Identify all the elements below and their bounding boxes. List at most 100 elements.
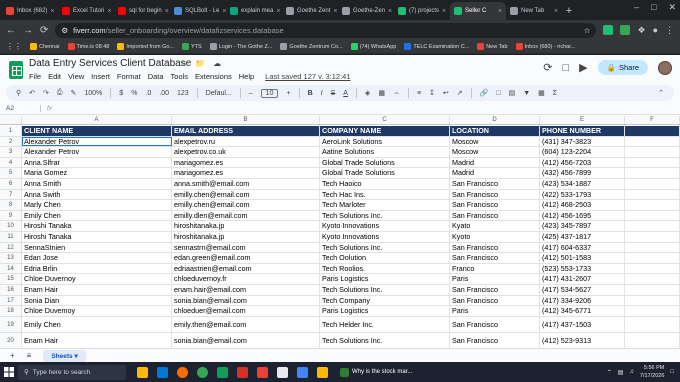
row-number[interactable]: 14 — [0, 263, 22, 274]
cell[interactable]: (417) 334-9206 — [540, 295, 625, 306]
version-history-icon[interactable]: ⟳ — [543, 61, 552, 74]
cell[interactable]: (417) 534-5627 — [540, 284, 625, 295]
cell[interactable]: Emily Chen — [22, 316, 172, 332]
tab-close-icon[interactable]: × — [554, 8, 558, 15]
row-number[interactable]: 2 — [0, 136, 22, 147]
news-widget[interactable]: Why is the stock mar... — [340, 367, 412, 377]
tab-close-icon[interactable]: × — [388, 8, 392, 15]
font-size-input[interactable]: 10 — [260, 88, 279, 98]
cell[interactable]: Aatine Solutions — [320, 147, 450, 157]
cell[interactable]: Tech Helder Inc. — [320, 316, 450, 332]
row-number[interactable]: 6 — [0, 178, 22, 189]
last-saved-link[interactable]: Last saved 127 v. 3:12:41 — [265, 72, 350, 81]
column-header-f[interactable]: F — [625, 116, 680, 124]
currency-button[interactable]: $ — [119, 90, 123, 97]
cell[interactable]: chloeduvernoy.fr — [172, 274, 320, 284]
filter-views-icon[interactable]: ▦ — [538, 89, 545, 97]
sheets-logo-icon[interactable] — [9, 61, 23, 79]
menu-edit[interactable]: Edit — [48, 72, 61, 81]
font-size-increase-icon[interactable]: + — [286, 90, 290, 97]
cell[interactable]: Tech Solutions Inc. — [320, 210, 450, 221]
valign-icon[interactable]: ↧ — [429, 89, 435, 97]
cell[interactable]: (412) 456-7203 — [540, 157, 625, 168]
taskbar-app-icon[interactable] — [232, 362, 252, 382]
cell[interactable]: Alexander Petrov — [22, 147, 172, 157]
cell[interactable]: Paris Logistics — [320, 274, 450, 284]
browser-tab[interactable]: explain mea × — [226, 2, 282, 20]
taskbar-app-icon[interactable] — [272, 362, 292, 382]
cell[interactable]: alexpetrov.ru — [172, 136, 320, 147]
cell[interactable]: (422) 533-1793 — [540, 189, 625, 200]
cell[interactable]: (423) 534-1887 — [540, 178, 625, 189]
cell[interactable]: San Francisco — [450, 242, 540, 253]
empty-cell[interactable] — [625, 306, 680, 316]
cell[interactable]: Moscow — [450, 147, 540, 157]
bookmark-item[interactable]: TELC Examination C... — [404, 43, 469, 50]
chart-icon[interactable]: ▤ — [509, 89, 516, 97]
percent-button[interactable]: % — [131, 90, 137, 97]
cell[interactable]: (523) 553-1733 — [540, 263, 625, 274]
meet-icon[interactable]: ▶ — [579, 61, 587, 74]
minimize-icon[interactable]: – — [634, 2, 639, 13]
cell[interactable]: Kyoto Innovations — [320, 231, 450, 242]
clock[interactable]: 5:56 PM 7/17/2026 — [640, 364, 664, 380]
cell[interactable]: AeroLink Solutions — [320, 136, 450, 147]
cell[interactable]: edan.green@email.com — [172, 253, 320, 263]
volume-icon[interactable]: ♫ — [629, 369, 634, 375]
empty-cell[interactable] — [625, 274, 680, 284]
taskbar-app-icon[interactable] — [292, 362, 312, 382]
comments-icon[interactable]: □ — [563, 62, 570, 74]
bookmark-item[interactable]: YTS — [182, 43, 202, 50]
cell[interactable]: Madrid — [450, 168, 540, 178]
text-color-icon[interactable]: A — [343, 90, 348, 97]
cell[interactable]: Tech Company — [320, 295, 450, 306]
italic-icon[interactable]: I — [321, 90, 323, 97]
empty-cell[interactable] — [625, 332, 680, 348]
cell[interactable]: Edria Brlin — [22, 263, 172, 274]
cell[interactable]: sonia.bian@email.com — [172, 295, 320, 306]
notifications-icon[interactable]: □ — [670, 369, 674, 375]
cell[interactable]: hiroshitanaka.jp — [172, 221, 320, 231]
tab-close-icon[interactable]: × — [107, 8, 111, 15]
tab-close-icon[interactable]: × — [442, 8, 446, 15]
cell[interactable]: San Francisco — [450, 189, 540, 200]
row-number[interactable]: 10 — [0, 221, 22, 231]
cell[interactable]: PHONE NUMBER — [540, 126, 625, 136]
tab-close-icon[interactable]: × — [498, 8, 502, 15]
browser-tab[interactable]: Goethe-Zen × — [338, 2, 394, 20]
row-number[interactable]: 16 — [0, 284, 22, 295]
tray-chevron-icon[interactable]: ⌃ — [607, 369, 612, 376]
url-input[interactable]: ⚙ fiverr.com/seller_onboarding/overview/… — [55, 22, 597, 38]
back-icon[interactable]: ← — [6, 25, 16, 36]
bold-icon[interactable]: B — [308, 90, 313, 97]
move-folder-icon[interactable]: 📁 — [195, 59, 205, 68]
browser-tab[interactable]: (7) projects × — [394, 2, 450, 20]
cell[interactable]: EMAIL ADDRESS — [172, 126, 320, 136]
select-all-corner[interactable] — [0, 116, 22, 124]
row-number[interactable]: 12 — [0, 242, 22, 253]
browser-tab[interactable]: Goethe Zent × — [282, 2, 338, 20]
forward-icon[interactable]: → — [23, 25, 33, 36]
cell[interactable]: Global Trade Solutions — [320, 168, 450, 178]
cell[interactable]: Edan Jose — [22, 253, 172, 263]
cell[interactable]: (432) 456-7899 — [540, 168, 625, 178]
cell[interactable]: edriaastrien@email.com — [172, 263, 320, 274]
cell[interactable]: Emily Chen — [22, 210, 172, 221]
browser-tab[interactable]: Inbox (682) × — [2, 2, 58, 20]
cell[interactable]: San Francisco — [450, 316, 540, 332]
taskbar-app-icon[interactable] — [252, 362, 272, 382]
filter-icon[interactable]: ▼ — [523, 90, 530, 97]
extensions-puzzle-icon[interactable]: ❖ — [637, 25, 645, 36]
empty-cell[interactable] — [625, 136, 680, 147]
row-number[interactable]: 17 — [0, 295, 22, 306]
empty-cell[interactable] — [625, 295, 680, 306]
cloud-status-icon[interactable]: ☁ — [213, 59, 221, 68]
share-button[interactable]: 🔒 Share — [597, 60, 648, 75]
browser-tab[interactable]: Excel Tutori × — [58, 2, 114, 20]
zoom-select[interactable]: 100% — [84, 90, 102, 97]
cell[interactable]: San Francisco — [450, 200, 540, 210]
cell[interactable]: San Francisco — [450, 253, 540, 263]
empty-cell[interactable] — [625, 126, 680, 136]
row-number[interactable]: 20 — [0, 332, 22, 348]
cell[interactable]: (417) 437-1503 — [540, 316, 625, 332]
